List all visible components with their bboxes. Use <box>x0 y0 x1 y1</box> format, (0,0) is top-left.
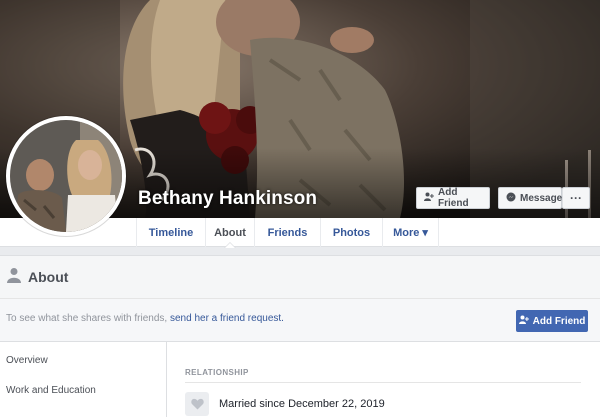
tab-timeline[interactable]: Timeline <box>136 218 205 247</box>
messenger-icon <box>506 192 516 205</box>
person-plus-icon <box>518 315 529 327</box>
add-friend-label: Add Friend <box>438 187 469 209</box>
add-friend-secondary-label: Add Friend <box>532 315 586 327</box>
person-icon <box>6 267 22 288</box>
about-card: About To see what she shares with friend… <box>0 255 600 417</box>
message-button[interactable]: Message <box>498 187 562 209</box>
profile-picture-image <box>10 120 122 232</box>
tab-friends[interactable]: Friends <box>254 218 320 247</box>
more-options-button[interactable]: ··· <box>562 187 590 209</box>
sidebar-item-work-education[interactable]: Work and Education <box>6 385 96 396</box>
tab-more[interactable]: More ▾ <box>382 218 439 247</box>
tab-photos[interactable]: Photos <box>320 218 382 247</box>
heart-icon <box>185 392 209 416</box>
about-sidebar: Overview Work and Education <box>0 342 167 417</box>
add-friend-button[interactable]: Add Friend <box>416 187 490 209</box>
relationship-status: Married since December 22, 2019 <box>219 398 385 410</box>
about-title: About <box>28 269 69 285</box>
profile-name: Bethany Hankinson <box>138 188 318 209</box>
section-divider <box>185 382 581 383</box>
friend-request-bar: To see what she shares with friends, sen… <box>0 299 600 342</box>
friend-request-link[interactable]: send her a friend request. <box>170 313 284 324</box>
profile-page: Bethany Hankinson Add Friend Message ···… <box>0 0 600 417</box>
about-header: About <box>0 256 600 299</box>
person-plus-icon <box>424 192 434 204</box>
message-label: Message <box>520 192 563 204</box>
friend-request-text: To see what she shares with friends, <box>6 313 168 324</box>
about-content: RELATIONSHIP Married since December 22, … <box>167 342 600 417</box>
friend-request-message: To see what she shares with friends, sen… <box>6 313 284 324</box>
tab-about[interactable]: About <box>205 218 254 248</box>
add-friend-button-secondary[interactable]: Add Friend <box>516 310 588 332</box>
section-label-relationship: RELATIONSHIP <box>185 368 249 377</box>
sidebar-item-overview[interactable]: Overview <box>6 355 48 366</box>
profile-picture[interactable] <box>6 116 126 236</box>
